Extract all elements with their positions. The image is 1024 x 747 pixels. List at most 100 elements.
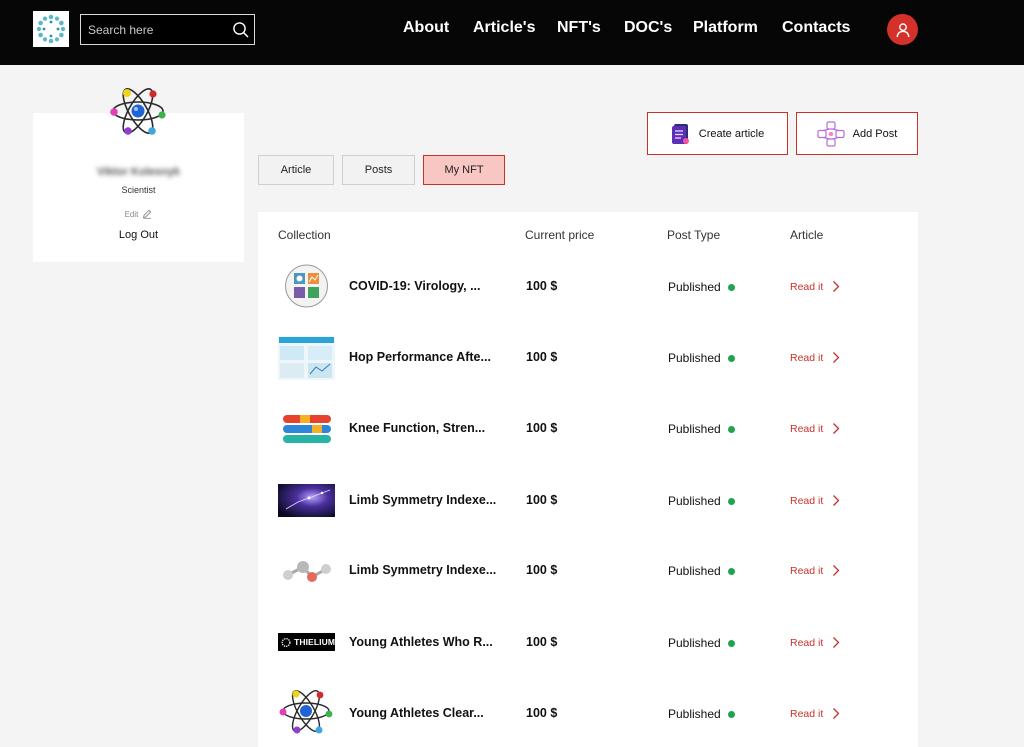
logo-icon[interactable] — [33, 11, 69, 47]
read-it-link[interactable]: Read it — [790, 280, 840, 293]
post-type: Published — [668, 422, 735, 436]
chevron-right-icon — [833, 352, 840, 363]
table-row: COVID-19: Virology, ... 100 $ Published … — [258, 251, 918, 322]
chevron-right-icon — [833, 423, 840, 434]
collection-thumbnail — [278, 407, 335, 451]
post-type-label: Published — [668, 280, 721, 294]
post-type-label: Published — [668, 422, 721, 436]
collection-name: Hop Performance Afte... — [349, 350, 491, 364]
collection-name: Limb Symmetry Indexe... — [349, 493, 497, 507]
current-price: 100 $ — [526, 493, 558, 507]
post-type-label: Published — [668, 636, 721, 650]
create-article-label: Create article — [698, 127, 765, 140]
table-row: Limb Symmetry Indexe... 100 $ Published … — [258, 464, 918, 535]
status-dot — [727, 425, 735, 433]
collection-name: Young Athletes Clear... — [349, 706, 484, 720]
chevron-right-icon — [833, 637, 840, 648]
post-type-label: Published — [668, 564, 721, 578]
column-header-post-type: Post Type — [667, 228, 721, 242]
collection-thumbnail: THIELIUM — [278, 633, 335, 651]
status-dot — [727, 567, 735, 575]
post-type: Published — [668, 351, 735, 365]
read-it-label: Read it — [790, 707, 824, 720]
document-icon — [671, 123, 689, 144]
search-input[interactable] — [81, 15, 231, 44]
status-dot — [727, 710, 735, 718]
tab-posts[interactable]: Posts — [342, 155, 415, 185]
nav-about[interactable]: About — [403, 19, 449, 41]
search-icon[interactable] — [232, 21, 249, 38]
column-header-collection: Collection — [278, 228, 331, 242]
column-header-price: Current price — [525, 228, 595, 242]
table-row: Young Athletes Clear... 100 $ Published … — [258, 677, 918, 747]
nav-contacts[interactable]: Contacts — [782, 19, 850, 41]
atom-icon — [278, 687, 335, 737]
thielium-logo-icon — [281, 637, 291, 647]
chevron-right-icon — [833, 495, 840, 506]
read-it-link[interactable]: Read it — [790, 564, 840, 577]
post-type-label: Published — [668, 707, 721, 721]
read-it-link[interactable]: Read it — [790, 636, 840, 649]
read-it-link[interactable]: Read it — [790, 494, 840, 507]
current-price: 100 $ — [526, 421, 558, 435]
collection-thumbnail — [278, 484, 335, 517]
current-price: 100 $ — [526, 635, 558, 649]
read-it-link[interactable]: Read it — [790, 351, 840, 364]
nav-platform[interactable]: Platform — [693, 19, 758, 41]
collection-name: Limb Symmetry Indexe... — [349, 563, 497, 577]
chevron-right-icon — [833, 708, 840, 719]
collection-thumbnail — [278, 549, 335, 593]
add-post-label: Add Post — [852, 127, 898, 140]
profile-edit-link[interactable]: Edit — [33, 209, 244, 219]
status-dot — [727, 497, 735, 505]
profile-role: Scientist — [121, 185, 156, 195]
read-it-label: Read it — [790, 636, 824, 649]
status-dot — [727, 354, 735, 362]
column-header-article: Article — [790, 228, 824, 242]
read-it-link[interactable]: Read it — [790, 422, 840, 435]
tab-article[interactable]: Article — [258, 155, 334, 185]
profile-name: Viktor Kolesnyk — [97, 166, 180, 178]
chevron-right-icon — [833, 281, 840, 292]
edit-label: Edit — [124, 209, 139, 219]
current-price: 100 $ — [526, 563, 558, 577]
post-type: Published — [668, 280, 735, 294]
chevron-right-icon — [833, 565, 840, 576]
current-price: 100 $ — [526, 350, 558, 364]
collection-thumbnail — [278, 336, 335, 380]
edit-pencil-icon — [143, 209, 152, 219]
nav-articles[interactable]: Article's — [473, 19, 536, 41]
read-it-label: Read it — [790, 280, 824, 293]
nav-nfts[interactable]: NFT's — [557, 19, 601, 41]
post-type-label: Published — [668, 494, 721, 508]
table-row: Knee Function, Stren... 100 $ Published … — [258, 393, 918, 464]
create-article-button[interactable]: Create article — [647, 112, 788, 155]
search-box — [80, 14, 255, 45]
collection-name: COVID-19: Virology, ... — [349, 279, 481, 293]
logout-button[interactable]: Log Out — [33, 229, 244, 241]
table-row: Hop Performance Afte... 100 $ Published … — [258, 322, 918, 393]
atom-icon — [110, 88, 166, 135]
read-it-label: Read it — [790, 351, 824, 364]
collection-name: Knee Function, Stren... — [349, 421, 486, 435]
tab-my-nft[interactable]: My NFT — [423, 155, 505, 185]
post-type: Published — [668, 707, 735, 721]
read-it-label: Read it — [790, 494, 824, 507]
read-it-link[interactable]: Read it — [790, 707, 840, 720]
top-header: About Article's NFT's DOC's Platform Con… — [0, 0, 1024, 65]
current-price: 100 $ — [526, 279, 558, 293]
post-type: Published — [668, 494, 735, 508]
nav-docs[interactable]: DOC's — [624, 19, 672, 41]
add-post-button[interactable]: Add Post — [796, 112, 918, 155]
post-type: Published — [668, 564, 735, 578]
collection-name: Young Athletes Who R... — [349, 635, 493, 649]
current-price: 100 $ — [526, 706, 558, 720]
table-row: Limb Symmetry Indexe... 100 $ Published … — [258, 535, 918, 606]
post-type-label: Published — [668, 351, 721, 365]
network-icon — [817, 120, 845, 147]
read-it-label: Read it — [790, 564, 824, 577]
table-row: THIELIUM Young Athletes Who R... 100 $ P… — [258, 606, 918, 677]
thumbnail-text: THIELIUM — [294, 637, 335, 647]
status-dot — [727, 639, 735, 647]
user-profile-button[interactable] — [887, 14, 918, 45]
